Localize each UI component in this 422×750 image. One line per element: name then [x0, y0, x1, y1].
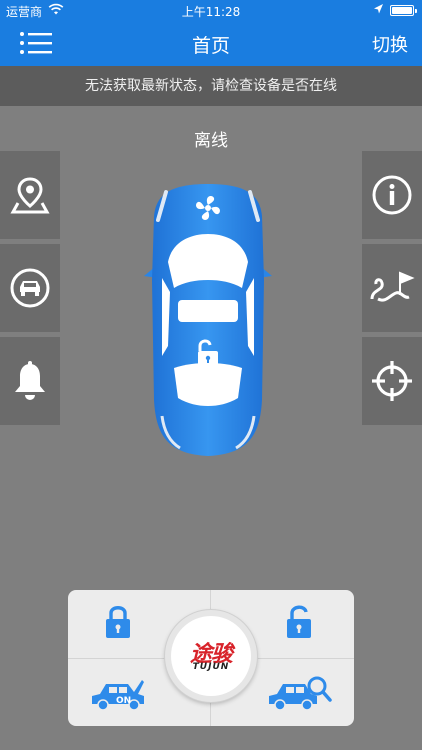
bell-icon [15, 361, 45, 400]
vehicle-state-label: 离线 [194, 131, 228, 151]
engine-on-label: ON [116, 696, 132, 706]
crosshair-icon [372, 361, 412, 401]
car-search-icon [269, 676, 332, 711]
battery-icon [390, 5, 417, 16]
car-circle-icon [10, 268, 50, 308]
info-icon [372, 175, 412, 215]
unlock-icon [287, 605, 311, 638]
alarm-button[interactable] [0, 337, 60, 425]
location-pin-icon [10, 177, 50, 214]
route-flag-icon [370, 271, 415, 302]
status-bar: 运营商 上午11:28 [0, 0, 422, 20]
fan-icon [196, 196, 220, 220]
unlocked-padlock-icon [198, 339, 218, 366]
offline-banner: 无法获取最新状态，请检查设备是否在线 [0, 66, 422, 106]
nav-bar: 首页 切换 [0, 20, 422, 66]
clock: 上午11:28 [181, 5, 241, 19]
remote-control-panel: ON 途骏 TUJUN [68, 590, 354, 726]
info-button[interactable] [362, 151, 422, 239]
vehicle-graphic [140, 180, 276, 460]
brand-logo: 途骏 TUJUN [171, 616, 251, 696]
location-button[interactable] [0, 151, 60, 239]
track-button[interactable] [362, 244, 422, 332]
switch-button[interactable]: 切换 [372, 31, 408, 57]
location-arrow-icon [372, 2, 384, 19]
brand-logo-button[interactable]: 途骏 TUJUN [165, 610, 257, 702]
locate-button[interactable] [362, 337, 422, 425]
page-title: 首页 [191, 35, 230, 57]
logo-english-text: TUJUN [192, 662, 230, 672]
vehicle-status-button[interactable] [0, 244, 60, 332]
lock-icon [106, 606, 130, 638]
car-trunk-on-icon [92, 680, 144, 711]
